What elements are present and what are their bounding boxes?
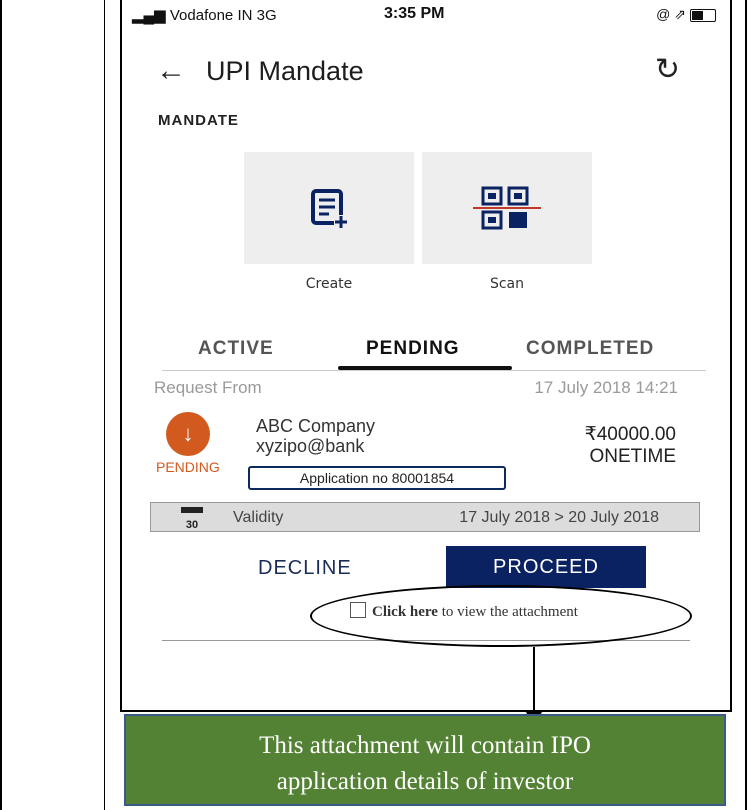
amount-value: ₹40000.00 [584,424,676,445]
refresh-icon[interactable]: ↻ [655,52,680,87]
amount-info: ₹40000.00 ONETIME [585,424,676,468]
battery-icon [690,8,716,22]
vpa-id: xyzipo@bank [256,436,365,456]
app-header: ← UPI Mandate ↻ [122,48,730,96]
request-from-label: Request From [154,378,262,397]
status-bar: ▂▄▆ Vodafone IN 3G 3:35 PM @ ⇗ [122,0,730,34]
company-name: ABC Company [256,416,376,436]
section-label: MANDATE [158,112,239,129]
tab-completed[interactable]: COMPLETED [526,338,654,360]
mandate-tabs: ACTIVE PENDING COMPLETED [152,338,710,378]
callout-line-2: application details of investor [276,768,574,795]
validity-bar: 30 Validity 17 July 2018 > 20 July 2018 [150,502,700,532]
scan-tile[interactable] [422,152,592,264]
callout-line-1: This attachment will contain IPO [259,732,591,759]
frequency-value: ONETIME [589,446,676,467]
table-border-right [745,0,747,810]
create-label: Create [305,276,353,292]
create-doc-icon [311,189,348,229]
request-date: 17 July 2018 14:21 [534,378,678,397]
callout-box: This attachment will contain IPO applica… [124,714,726,806]
callout-arrow-line [533,647,535,715]
tab-pending[interactable]: PENDING [366,338,460,360]
proceed-button[interactable]: PROCEED [446,546,646,588]
status-icons: @ ⇗ [656,6,716,23]
decline-button[interactable]: DECLINE [252,556,358,581]
table-border-divider [104,0,105,810]
highlight-ellipse [310,585,692,647]
tabs-divider [162,370,706,371]
validity-range: 17 July 2018 > 20 July 2018 [459,509,659,526]
scan-label: Scan [489,276,525,292]
callout-text: This attachment will contain IPO applica… [126,728,724,800]
calendar-icon: 30 [181,507,203,531]
carrier-label: ▂▄▆ Vodafone IN 3G [132,7,277,24]
table-border-left [0,0,2,810]
qr-scan-icon [473,186,541,230]
application-number: Application no 80001854 [248,466,506,490]
tab-active[interactable]: ACTIVE [198,338,274,360]
down-arrow-icon: ↓ [166,412,210,456]
payee-info: ABC Company xyzipo@bank [256,416,375,456]
create-tile[interactable] [244,152,414,264]
clock: 3:35 PM [384,5,445,22]
back-arrow-icon[interactable]: ← [156,54,186,88]
status-badge: PENDING [156,459,220,475]
active-tab-indicator [338,366,512,370]
page-title: UPI Mandate [206,56,364,86]
validity-label: Validity [233,509,284,526]
